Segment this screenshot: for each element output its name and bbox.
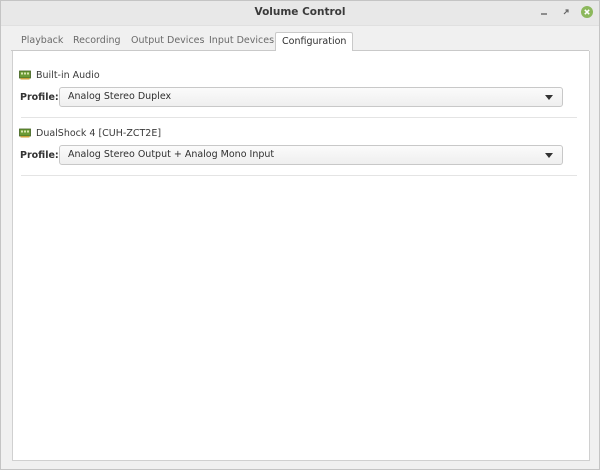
configuration-panel: Built-in Audio Profile: Analog Stereo Du… [12, 51, 590, 461]
minimize-button[interactable] [538, 6, 550, 18]
tab-configuration[interactable]: Configuration [275, 32, 354, 52]
tab-playback[interactable]: Playback [21, 32, 63, 50]
device-name: DualShock 4 [CUH-ZCT2E] [36, 127, 162, 139]
maximize-icon [563, 9, 569, 15]
tab-input-devices[interactable]: Input Devices [209, 32, 274, 50]
profile-label: Profile: [20, 92, 59, 103]
device-header-dualshock-4: DualShock 4 [CUH-ZCT2E] [19, 126, 161, 140]
profile-combobox-built-in-audio[interactable]: Analog Stereo Duplex [59, 87, 563, 107]
maximize-button[interactable] [560, 6, 572, 18]
dropdown-arrow-icon [545, 153, 553, 158]
profile-selected-value: Analog Stereo Duplex [68, 91, 172, 102]
sound-card-icon [19, 70, 31, 80]
card-separator [21, 175, 577, 176]
title-bar[interactable]: Volume Control [1, 1, 599, 26]
close-icon [584, 9, 590, 15]
tab-output-devices[interactable]: Output Devices [131, 32, 204, 50]
minimize-icon [541, 13, 547, 15]
close-button[interactable] [581, 6, 593, 18]
window-title: Volume Control [254, 6, 346, 18]
volume-control-window: Volume Control Playback Recording Output… [0, 0, 600, 470]
tab-bar: Playback Recording Output Devices Input … [11, 32, 591, 52]
device-name: Built-in Audio [36, 69, 100, 81]
device-header-built-in-audio: Built-in Audio [19, 68, 100, 82]
card-separator [21, 117, 577, 118]
profile-selected-value: Analog Stereo Output + Analog Mono Input [68, 149, 275, 160]
sound-card-icon [19, 128, 31, 138]
dropdown-arrow-icon [545, 95, 553, 100]
profile-label: Profile: [20, 150, 59, 161]
tab-recording[interactable]: Recording [73, 32, 121, 50]
profile-combobox-dualshock-4[interactable]: Analog Stereo Output + Analog Mono Input [59, 145, 563, 165]
